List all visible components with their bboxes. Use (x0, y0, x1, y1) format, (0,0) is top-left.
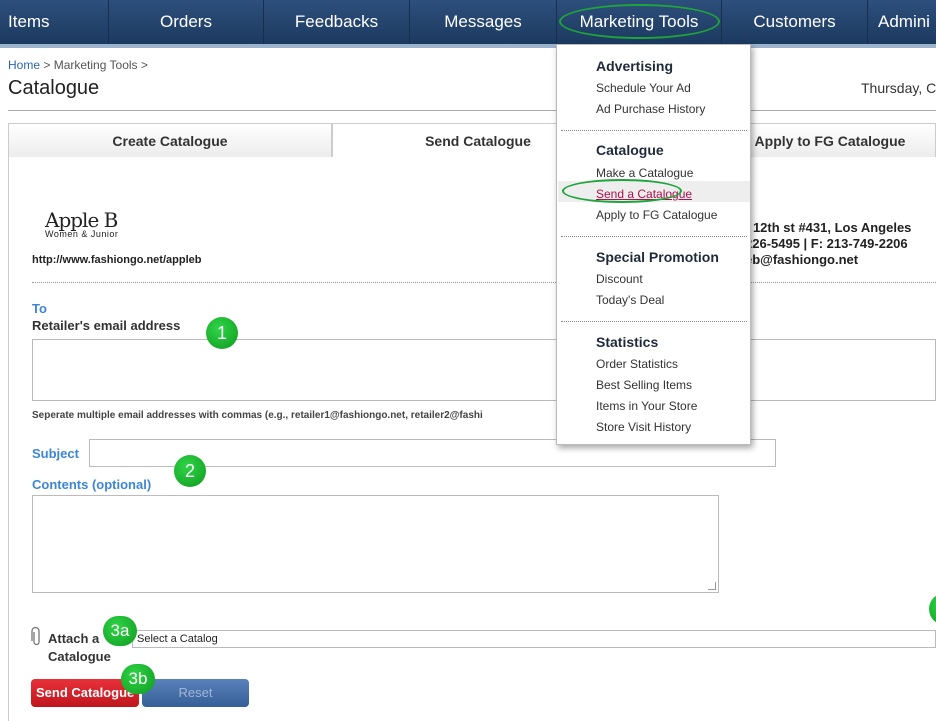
nav-customers[interactable]: Customers (722, 0, 868, 44)
dropdown-heading-advertising: Advertising (596, 58, 674, 74)
vendor-email: eb@fashiongo.net (745, 252, 859, 267)
menu-divider (561, 130, 747, 131)
vendor-address: t 12th st #431, Los Angeles (745, 220, 912, 235)
menu-item-schedule-ad[interactable]: Schedule Your Ad (596, 81, 691, 95)
catalog-select[interactable]: Select a Catalog (132, 630, 936, 648)
attach-catalogue-label: Attach a Catalogue (48, 630, 111, 666)
breadcrumb: Home > Marketing Tools > (8, 58, 148, 72)
menu-item-best-selling-items[interactable]: Best Selling Items (596, 378, 692, 392)
dropdown-heading-statistics: Statistics (596, 334, 659, 350)
menu-item-store-visit-history[interactable]: Store Visit History (596, 420, 691, 434)
send-catalogue-highlight-annotation (562, 179, 682, 203)
vendor-url: http://www.fashiongo.net/appleb (32, 254, 202, 266)
breadcrumb-section[interactable]: Marketing Tools (54, 58, 138, 72)
subject-label: Subject (32, 446, 79, 461)
menu-divider (561, 236, 747, 237)
vendor-logo: Apple B Women & Junior (45, 208, 135, 239)
title-divider (8, 110, 936, 111)
retailer-email-label: Retailer's email address (32, 318, 181, 333)
logo-subtitle: Women & Junior (45, 229, 119, 239)
menu-item-discount[interactable]: Discount (596, 272, 643, 286)
page-title: Catalogue (8, 77, 100, 99)
menu-item-todays-deal[interactable]: Today's Deal (596, 293, 664, 307)
menu-divider (561, 321, 747, 322)
paperclip-icon (31, 627, 40, 646)
menu-item-apply-fg-catalogue[interactable]: Apply to FG Catalogue (596, 208, 717, 222)
breadcrumb-home[interactable]: Home (8, 58, 40, 72)
tab-create-catalogue[interactable]: Create Catalogue (8, 123, 332, 157)
vendor-phone: 226-5495 | F: 213-749-2206 (745, 236, 908, 251)
breadcrumb-separator: > (43, 58, 51, 72)
catalogue-tabs: Create Catalogue Send Catalogue Apply to… (8, 123, 936, 157)
email-helper-text: Seperate multiple email addresses with c… (32, 410, 483, 421)
resize-grip-icon[interactable] (708, 582, 716, 590)
attach-label-line1: Attach a (48, 631, 100, 646)
nav-orders[interactable]: Orders (109, 0, 264, 44)
nav-underline (0, 44, 936, 48)
menu-item-order-statistics[interactable]: Order Statistics (596, 357, 678, 371)
top-nav: Items Orders Feedbacks Messages Marketin… (0, 0, 936, 44)
menu-item-make-catalogue[interactable]: Make a Catalogue (596, 166, 693, 180)
section-divider (32, 282, 936, 283)
menu-item-ad-purchase-history[interactable]: Ad Purchase History (596, 102, 705, 116)
nav-feedbacks[interactable]: Feedbacks (264, 0, 410, 44)
breadcrumb-separator: > (140, 58, 148, 72)
step-badge-1: 1 (206, 317, 238, 349)
nav-highlight-annotation (559, 4, 720, 39)
nav-messages[interactable]: Messages (410, 0, 557, 44)
contents-textarea[interactable] (32, 495, 719, 593)
step-badge-2: 2 (174, 455, 206, 487)
dropdown-heading-special-promotion: Special Promotion (596, 249, 719, 265)
step-badge-3b: 3b (121, 664, 155, 694)
step-badge-3a: 3a (103, 616, 137, 646)
retailer-email-textarea[interactable] (32, 339, 936, 401)
attach-label-line2: Catalogue (48, 649, 111, 664)
vendor-contact: t 12th st #431, Los Angeles 226-5495 | F… (745, 220, 911, 268)
dropdown-heading-catalogue: Catalogue (596, 142, 664, 158)
nav-admin[interactable]: Admini (868, 0, 936, 44)
marketing-tools-dropdown: Advertising Schedule Your Ad Ad Purchase… (556, 44, 751, 445)
to-label: To (32, 301, 47, 316)
date-text: Thursday, C (861, 80, 936, 96)
contents-label: Contents (optional) (32, 477, 152, 492)
nav-items[interactable]: Items (0, 0, 109, 44)
reset-button[interactable]: Reset (142, 679, 249, 707)
menu-item-items-in-store[interactable]: Items in Your Store (596, 399, 697, 413)
